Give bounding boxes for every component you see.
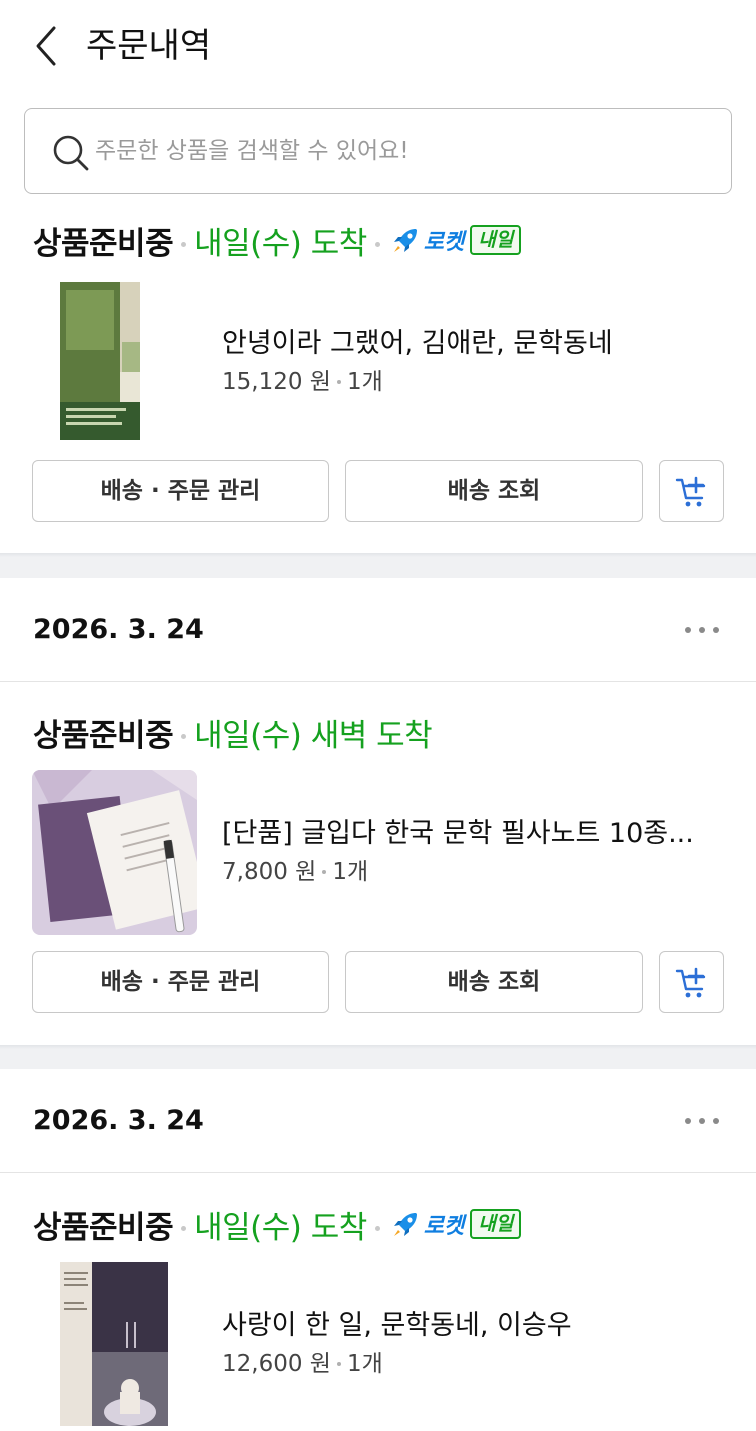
rocket-icon: [393, 1213, 417, 1236]
section-divider: [0, 553, 756, 578]
separator-dot: [181, 733, 187, 739]
order-card: 2026. 3. 24 상품준비중 내일(수) 새벽 도착 [단품] 글입다 한…: [0, 578, 756, 1045]
order-status-row: 상품준비중 내일(수) 새벽 도착: [33, 710, 433, 754]
order-status-row: 상품준비중 내일(수) 도착 로켓 내일: [33, 1202, 522, 1246]
product-price: 12,600 원: [222, 1351, 331, 1377]
separator-dot: [181, 1225, 187, 1231]
arrival-date: 내일(수) 도착: [194, 225, 367, 262]
product-price: 15,120 원: [222, 369, 331, 395]
rocket-label: 로켓: [423, 230, 465, 255]
naeil-badge: 내일: [470, 225, 522, 255]
track-delivery-button[interactable]: 배송 조회: [345, 460, 643, 522]
product-thumbnail[interactable]: [60, 1262, 168, 1426]
separator-dot: [336, 1362, 341, 1366]
price-row: 12,600 원 1개: [222, 1347, 383, 1381]
search-box[interactable]: [24, 108, 732, 194]
order-card: 2026. 3. 24 상품준비중 내일(수) 도착 로켓 내일 사랑이 한 일…: [0, 1069, 756, 1431]
book-cover-image: [60, 282, 140, 440]
cart-plus-icon: [675, 476, 706, 507]
add-to-cart-button[interactable]: [659, 460, 724, 522]
book-cover-image: [60, 1262, 168, 1426]
price-row: 15,120 원 1개: [222, 365, 383, 399]
more-dot: [699, 1118, 705, 1124]
product-thumbnail[interactable]: [32, 770, 197, 935]
more-dot: [713, 627, 719, 633]
product-name[interactable]: 안녕이라 그랬어, 김애란, 문학동네: [222, 324, 613, 364]
more-options-button[interactable]: [682, 1105, 722, 1135]
delivery-order-manage-button[interactable]: 배송 · 주문 관리: [32, 951, 329, 1013]
search-input[interactable]: [95, 131, 715, 171]
arrival-date: 내일(수) 도착: [194, 1209, 367, 1246]
order-status-row: 상품준비중 내일(수) 도착 로켓 내일: [33, 218, 522, 262]
naeil-badge: 내일: [470, 1209, 522, 1239]
more-dot: [685, 1118, 691, 1124]
chevron-left-icon: [36, 26, 56, 66]
rocket-label: 로켓: [423, 1214, 465, 1239]
more-dot: [713, 1118, 719, 1124]
order-date: 2026. 3. 24: [33, 1105, 204, 1136]
section-divider: [0, 1045, 756, 1069]
more-dot: [685, 627, 691, 633]
separator-dot: [374, 241, 380, 247]
delivery-order-manage-button[interactable]: 배송 · 주문 관리: [32, 460, 329, 522]
search-icon: [53, 135, 89, 171]
product-quantity: 1개: [332, 859, 369, 885]
product-name[interactable]: 사랑이 한 일, 문학동네, 이승우: [222, 1306, 572, 1346]
product-thumbnail[interactable]: [60, 282, 140, 440]
page-title: 주문내역: [86, 26, 212, 66]
rocket-icon: [393, 229, 417, 252]
more-dot: [699, 627, 705, 633]
app-header: 주문내역: [0, 0, 756, 95]
add-to-cart-button[interactable]: [659, 951, 724, 1013]
order-status: 상품준비중: [33, 717, 174, 754]
separator-dot: [322, 870, 327, 874]
order-card: 상품준비중 내일(수) 도착 로켓 내일 안녕이라 그랬어, 김애란, 문학동네: [0, 196, 756, 553]
order-date-row: 2026. 3. 24: [0, 578, 756, 682]
track-delivery-button[interactable]: 배송 조회: [345, 951, 643, 1013]
product-price: 7,800 원: [222, 859, 317, 885]
back-button[interactable]: [28, 22, 68, 70]
order-date-row: 2026. 3. 24: [0, 1069, 756, 1173]
order-status: 상품준비중: [33, 225, 174, 262]
cart-plus-icon: [675, 967, 706, 998]
order-status: 상품준비중: [33, 1209, 174, 1246]
price-row: 7,800 원 1개: [222, 855, 368, 889]
arrival-date: 내일(수) 새벽 도착: [194, 717, 433, 754]
product-name[interactable]: [단품] 글입다 한국 문학 필사노트 10종...: [222, 814, 694, 854]
more-options-button[interactable]: [682, 614, 722, 644]
product-quantity: 1개: [346, 1351, 383, 1377]
notebook-product-image: [32, 770, 197, 935]
separator-dot: [181, 241, 187, 247]
product-quantity: 1개: [346, 369, 383, 395]
separator-dot: [336, 380, 341, 384]
order-date: 2026. 3. 24: [33, 614, 204, 645]
separator-dot: [374, 1225, 380, 1231]
